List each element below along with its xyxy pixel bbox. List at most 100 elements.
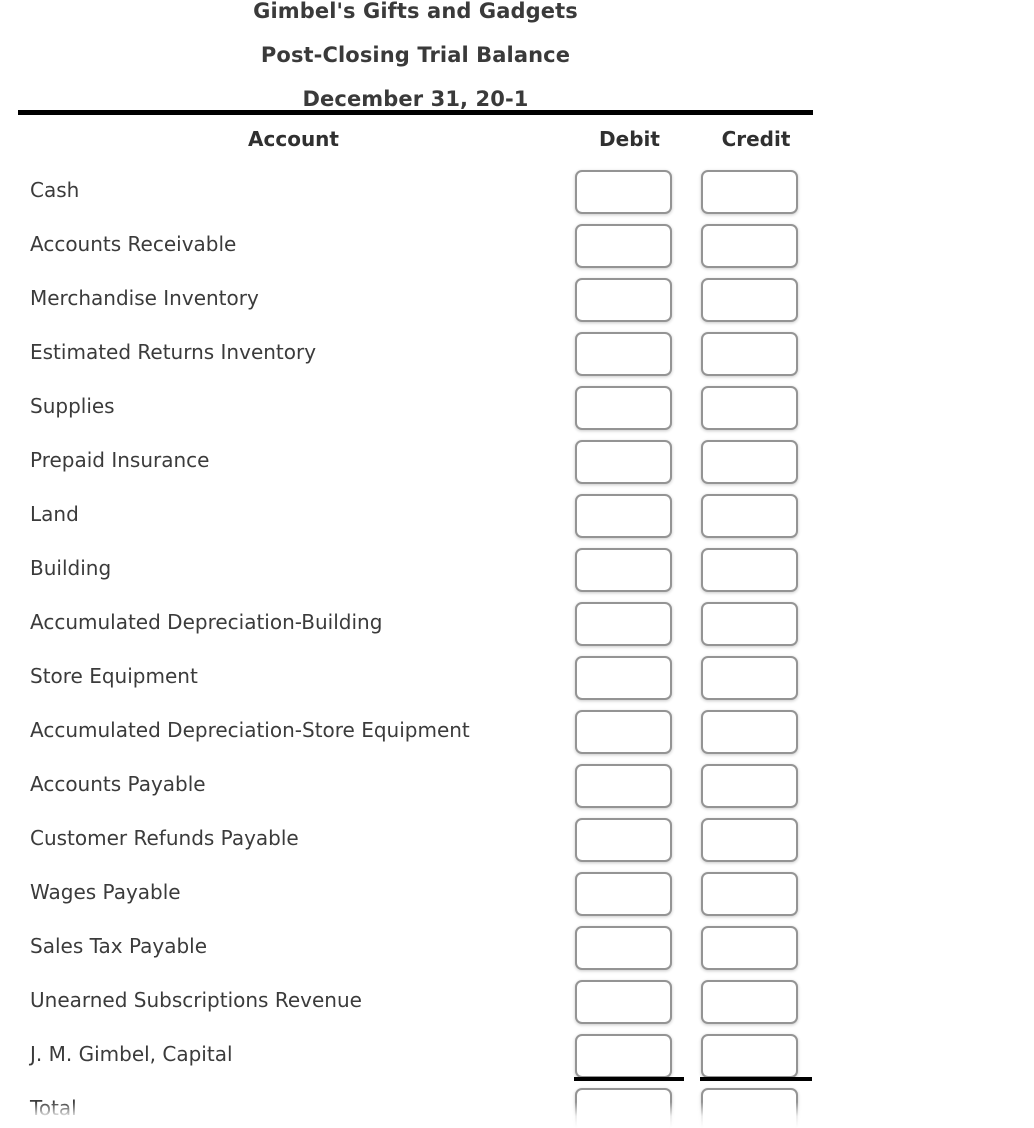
credit-cell[interactable] [701, 278, 798, 322]
debit-cell[interactable] [575, 602, 672, 646]
credit-input[interactable] [703, 982, 796, 1022]
credit-cell[interactable] [701, 332, 798, 376]
credit-cell[interactable] [701, 1088, 798, 1128]
account-name-label: Supplies [30, 394, 115, 418]
debit-cell[interactable] [575, 980, 672, 1024]
debit-input[interactable] [577, 982, 670, 1022]
account-name-label: Accounts Receivable [30, 232, 237, 256]
credit-cell[interactable] [701, 926, 798, 970]
trial-balance-rows: Cash Accounts Receivable Merchandise Inven… [0, 166, 1034, 1128]
table-row: Prepaid Insurance [0, 436, 1034, 490]
credit-cell[interactable] [701, 656, 798, 700]
debit-input[interactable] [577, 172, 670, 212]
debit-input[interactable] [577, 334, 670, 374]
credit-cell[interactable] [701, 1034, 798, 1078]
debit-cell[interactable] [575, 440, 672, 484]
account-name-label: Store Equipment [30, 664, 198, 688]
debit-cell[interactable] [575, 872, 672, 916]
credit-input[interactable] [703, 1090, 796, 1128]
table-row: Customer Refunds Payable [0, 814, 1034, 868]
credit-input[interactable] [703, 172, 796, 212]
credit-input[interactable] [703, 928, 796, 968]
credit-cell[interactable] [701, 602, 798, 646]
table-row: Accumulated Depreciation-Building [0, 598, 1034, 652]
company-name: Gimbel's Gifts and Gadgets [253, 0, 578, 23]
debit-input[interactable] [577, 820, 670, 860]
debit-input[interactable] [577, 1090, 670, 1128]
account-name-label: Estimated Returns Inventory [30, 340, 317, 364]
debit-cell[interactable] [575, 764, 672, 808]
debit-cell[interactable] [575, 278, 672, 322]
column-header-row: Account Debit Credit [0, 127, 1034, 159]
credit-input[interactable] [703, 442, 796, 482]
credit-input[interactable] [703, 550, 796, 590]
debit-cell[interactable] [575, 818, 672, 862]
credit-cell[interactable] [701, 548, 798, 592]
debit-input[interactable] [577, 442, 670, 482]
column-header-credit: Credit [721, 127, 791, 151]
account-name-label: J. M. Gimbel, Capital [30, 1042, 233, 1066]
debit-cell[interactable] [575, 332, 672, 376]
debit-cell[interactable] [575, 656, 672, 700]
account-name-label: Accumulated Depreciation-Store Equipment [30, 718, 470, 742]
credit-input[interactable] [703, 820, 796, 860]
table-row: Wages Payable [0, 868, 1034, 922]
statement-title: Post-Closing Trial Balance [260, 43, 571, 67]
table-row: Merchandise Inventory [0, 274, 1034, 328]
debit-input[interactable] [577, 388, 670, 428]
debit-cell[interactable] [575, 224, 672, 268]
debit-input[interactable] [577, 604, 670, 644]
credit-cell[interactable] [701, 872, 798, 916]
debit-input[interactable] [577, 550, 670, 590]
credit-input[interactable] [703, 604, 796, 644]
credit-cell[interactable] [701, 818, 798, 862]
debit-cell[interactable] [575, 386, 672, 430]
debit-input[interactable] [577, 496, 670, 536]
credit-cell[interactable] [701, 764, 798, 808]
credit-cell[interactable] [701, 440, 798, 484]
subtotal-rule-credit [700, 1077, 812, 1081]
debit-input[interactable] [577, 928, 670, 968]
credit-input[interactable] [703, 874, 796, 914]
debit-input[interactable] [577, 766, 670, 806]
account-name-label: Merchandise Inventory [30, 286, 259, 310]
debit-cell[interactable] [575, 494, 672, 538]
credit-input[interactable] [703, 334, 796, 374]
credit-input[interactable] [703, 658, 796, 698]
trial-balance-page: Gimbel's Gifts and Gadgets Post-Closing … [0, 0, 1034, 1128]
debit-cell[interactable] [575, 710, 672, 754]
debit-input[interactable] [577, 712, 670, 752]
debit-input[interactable] [577, 226, 670, 266]
debit-cell[interactable] [575, 1088, 672, 1128]
credit-input[interactable] [703, 226, 796, 266]
table-row: J. M. Gimbel, Capital [0, 1030, 1034, 1084]
credit-input[interactable] [703, 388, 796, 428]
table-row: Land [0, 490, 1034, 544]
credit-cell[interactable] [701, 494, 798, 538]
account-name-label: Wages Payable [30, 880, 181, 904]
credit-input[interactable] [703, 766, 796, 806]
credit-cell[interactable] [701, 386, 798, 430]
debit-cell[interactable] [575, 1034, 672, 1078]
table-row: Cash [0, 166, 1034, 220]
debit-input[interactable] [577, 1036, 670, 1076]
table-row: Unearned Subscriptions Revenue [0, 976, 1034, 1030]
debit-cell[interactable] [575, 926, 672, 970]
debit-input[interactable] [577, 658, 670, 698]
table-row: Accounts Payable [0, 760, 1034, 814]
credit-cell[interactable] [701, 224, 798, 268]
credit-cell[interactable] [701, 170, 798, 214]
debit-cell[interactable] [575, 170, 672, 214]
credit-input[interactable] [703, 496, 796, 536]
credit-input[interactable] [703, 280, 796, 320]
table-row: Total [0, 1084, 1034, 1128]
debit-input[interactable] [577, 280, 670, 320]
debit-input[interactable] [577, 874, 670, 914]
credit-cell[interactable] [701, 980, 798, 1024]
table-row: Accounts Receivable [0, 220, 1034, 274]
credit-input[interactable] [703, 712, 796, 752]
credit-cell[interactable] [701, 710, 798, 754]
account-name-label: Accumulated Depreciation-Building [30, 610, 383, 634]
debit-cell[interactable] [575, 548, 672, 592]
credit-input[interactable] [703, 1036, 796, 1076]
